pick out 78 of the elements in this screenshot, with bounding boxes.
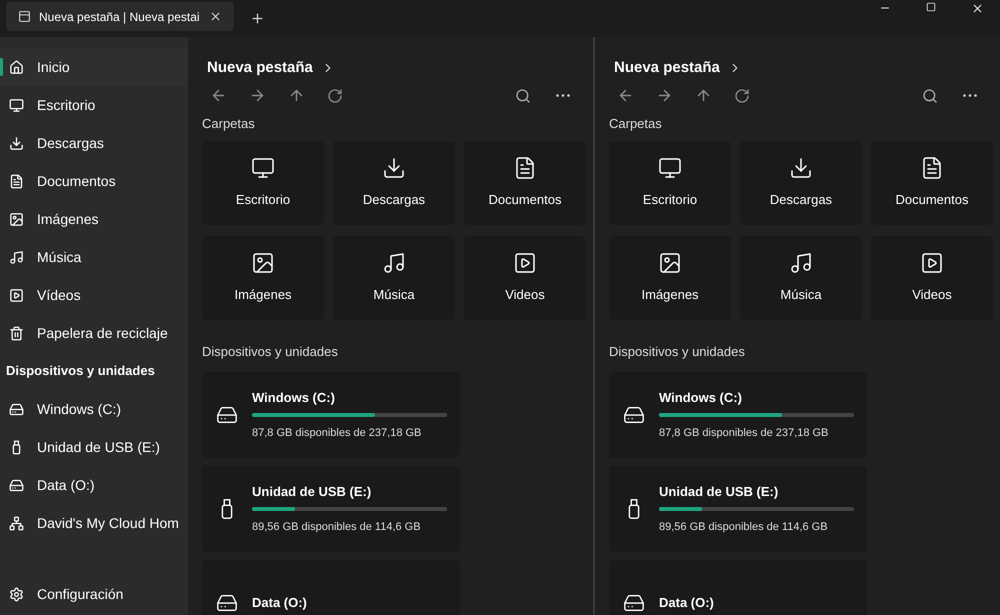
up-arrow-icon bbox=[288, 87, 305, 104]
image-icon bbox=[658, 251, 682, 276]
more-icon bbox=[963, 94, 977, 97]
drive-card[interactable]: Data (O:) bbox=[609, 560, 867, 615]
browser-tab[interactable]: Nueva pestaña | Nueva pestai bbox=[6, 2, 234, 31]
folder-card[interactable]: Imágenes bbox=[609, 236, 731, 320]
folder-card[interactable]: Escritorio bbox=[202, 141, 324, 225]
sidebar-item[interactable]: Imágenes bbox=[0, 200, 188, 238]
download-icon bbox=[9, 136, 24, 150]
home-icon bbox=[9, 60, 24, 74]
folder-card[interactable]: Música bbox=[333, 236, 455, 320]
close-tab-icon[interactable] bbox=[209, 10, 222, 23]
download-icon bbox=[789, 156, 813, 180]
new-tab-icon[interactable] bbox=[250, 11, 265, 26]
back-arrow-icon bbox=[617, 87, 634, 104]
sidebar-item[interactable]: Vídeos bbox=[0, 276, 188, 314]
search-icon bbox=[515, 88, 531, 104]
sidebar-item[interactable]: Descargas bbox=[0, 124, 188, 162]
folder-card[interactable]: Documentos bbox=[871, 141, 993, 225]
network-icon bbox=[9, 516, 24, 530]
folder-card[interactable]: Videos bbox=[871, 236, 993, 320]
section-heading: Carpetas bbox=[609, 114, 662, 133]
folder-card[interactable]: Descargas bbox=[333, 141, 455, 225]
sidebar-item[interactable]: Música bbox=[0, 238, 188, 276]
drive-card[interactable]: Windows (C:) 87,8 GB disponibles de 237,18 GB bbox=[202, 372, 460, 458]
section-heading: Dispositivos y unidades bbox=[609, 343, 745, 361]
play-icon bbox=[513, 251, 537, 276]
music-note-icon bbox=[9, 250, 24, 264]
monitor-icon bbox=[9, 98, 24, 112]
sidebar-item[interactable]: Escritorio bbox=[0, 86, 188, 124]
forward-arrow-icon bbox=[656, 87, 673, 104]
folder-card[interactable]: Documentos bbox=[464, 141, 586, 225]
image-icon bbox=[251, 251, 275, 276]
drive-card[interactable]: Unidad de USB (E:) 89,56 GB disponibles de 114,6 GB bbox=[202, 466, 460, 552]
download-icon bbox=[382, 156, 406, 180]
drive-card[interactable]: Data (O:) bbox=[202, 560, 460, 615]
refresh-icon bbox=[734, 88, 750, 104]
monitor-icon bbox=[251, 156, 275, 180]
selection-indicator bbox=[0, 58, 3, 76]
forward-arrow-icon bbox=[249, 87, 266, 104]
breadcrumb-title[interactable]: Nueva pestaña bbox=[207, 57, 313, 80]
refresh-icon bbox=[327, 88, 343, 104]
image-icon bbox=[9, 212, 24, 226]
folder-card[interactable]: Descargas bbox=[740, 141, 862, 225]
sidebar-item[interactable]: David's My Cloud Hom bbox=[0, 504, 188, 542]
sidebar-item[interactable]: Unidad de USB (E:) bbox=[0, 428, 188, 466]
music-note-icon bbox=[789, 251, 813, 276]
sidebar-item[interactable]: Papelera de reciclaje bbox=[0, 314, 188, 352]
more-icon bbox=[556, 94, 570, 97]
monitor-icon bbox=[658, 156, 682, 180]
drive-card[interactable]: Windows (C:) 87,8 GB disponibles de 237,18 GB bbox=[609, 372, 867, 458]
drive-card[interactable]: Unidad de USB (E:) 89,56 GB disponibles de 114,6 GB bbox=[609, 466, 867, 552]
search-icon bbox=[922, 88, 938, 104]
sidebar-item[interactable]: Data (O:) bbox=[0, 466, 188, 504]
music-note-icon bbox=[382, 251, 406, 276]
play-icon bbox=[920, 251, 944, 276]
tab-icon bbox=[18, 10, 31, 23]
document-icon bbox=[9, 174, 24, 188]
section-heading: Dispositivos y unidades bbox=[202, 343, 338, 361]
settings-item[interactable]: Configuración bbox=[0, 575, 188, 613]
sidebar-item[interactable]: Windows (C:) bbox=[0, 390, 188, 428]
section-heading: Carpetas bbox=[202, 114, 255, 133]
back-arrow-icon bbox=[210, 87, 227, 104]
section-heading: Dispositivos y unidades bbox=[5, 362, 155, 380]
maximize-icon bbox=[926, 2, 936, 12]
breadcrumb-title[interactable]: Nueva pestaña bbox=[614, 57, 720, 80]
sidebar-item[interactable]: Inicio bbox=[0, 48, 188, 86]
folder-card[interactable]: Videos bbox=[464, 236, 586, 320]
drive-icon bbox=[9, 478, 24, 492]
trash-icon bbox=[9, 326, 24, 340]
settings-icon bbox=[9, 586, 24, 602]
play-icon bbox=[9, 288, 24, 302]
folder-card[interactable]: Música bbox=[740, 236, 862, 320]
folder-card[interactable]: Imágenes bbox=[202, 236, 324, 320]
sidebar-item[interactable]: Documentos bbox=[0, 162, 188, 200]
folder-card[interactable]: Escritorio bbox=[609, 141, 731, 225]
close-icon bbox=[970, 2, 984, 15]
drive-icon bbox=[9, 402, 24, 416]
